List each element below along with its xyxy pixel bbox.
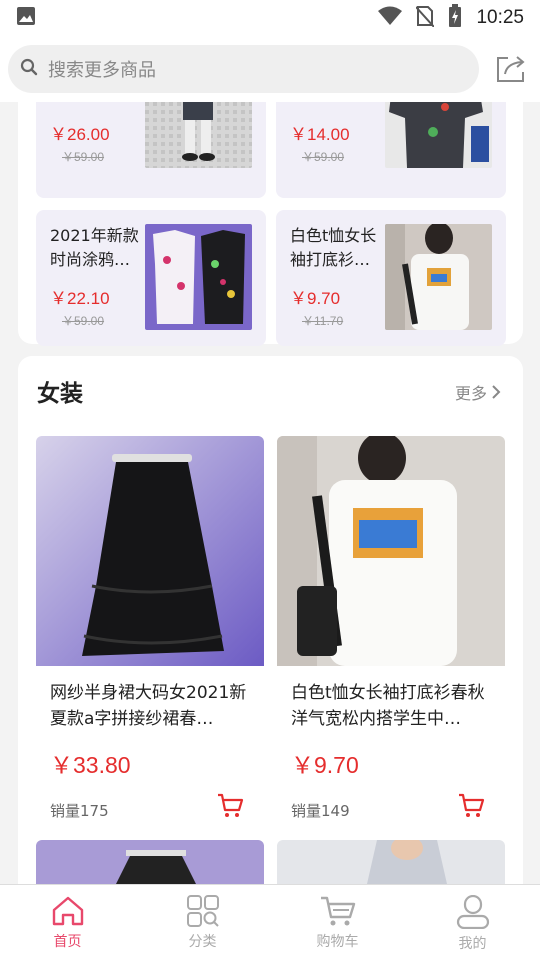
product-price: ￥9.70	[291, 752, 359, 778]
product-price: ￥33.80	[50, 752, 131, 778]
nav-cart[interactable]: 购物车	[270, 885, 405, 960]
sales-count: 销量175	[50, 802, 109, 820]
product-price: ￥9.70	[290, 289, 341, 308]
search-header: 搜索更多商品	[0, 36, 540, 102]
nav-home[interactable]: 首页	[0, 885, 135, 960]
product-image	[36, 840, 264, 884]
product-original-price: ￥11.70	[302, 314, 344, 328]
search-placeholder: 搜索更多商品	[48, 60, 156, 81]
category-icon	[186, 895, 219, 927]
sales-count: 销量149	[291, 802, 350, 820]
product-image	[36, 436, 264, 666]
status-bar: 10:25	[0, 0, 540, 36]
product-card-mini[interactable]: 白色t恤女长袖打底衫… ￥9.70 ￥11.70	[276, 210, 506, 346]
product-card[interactable]	[277, 840, 505, 884]
chevron-right-icon	[492, 385, 501, 399]
more-label: 更多	[454, 384, 487, 403]
featured-panel: ￥26.00 ￥59.00 ￥14.00 ￥59.00 2021年新款时尚涂鸦……	[18, 102, 523, 346]
search-icon	[20, 58, 38, 80]
product-card[interactable]	[36, 840, 264, 884]
nav-label: 分类	[188, 934, 217, 950]
search-input[interactable]: 搜索更多商品	[8, 45, 479, 93]
product-title: 2021年新款时尚涂鸦…	[50, 226, 139, 269]
product-card-mini[interactable]: 2021年新款时尚涂鸦… ￥22.10 ￥59.00	[36, 210, 266, 346]
product-card-mini[interactable]: ￥14.00 ￥59.00	[276, 102, 506, 198]
status-time: 10:25	[476, 7, 524, 28]
product-price: ￥14.00	[290, 125, 350, 144]
gallery-notification-icon	[16, 6, 36, 30]
main-content[interactable]: ￥26.00 ￥59.00 ￥14.00 ￥59.00 2021年新款时尚涂鸦……	[0, 102, 540, 884]
bottom-nav: 首页 分类 购物车 我的	[0, 884, 540, 960]
user-icon	[456, 895, 489, 929]
product-card[interactable]: 白色t恤女长袖打底衫春秋洋气宽松内搭学生中… ￥9.70 销量149	[277, 436, 505, 836]
product-card[interactable]: 网纱半身裙大码女2021新夏款a字拼接纱裙春… ￥33.80 销量175	[36, 436, 264, 836]
product-price: ￥22.10	[50, 289, 110, 308]
product-card-mini[interactable]: ￥26.00 ￥59.00	[36, 102, 266, 198]
women-section: 女装 更多 网纱半身裙大码女2021新夏款a字拼接纱裙春… ￥33.80 销量1…	[18, 356, 523, 884]
nav-label: 首页	[53, 934, 82, 950]
product-image	[145, 224, 252, 330]
nav-profile[interactable]: 我的	[405, 885, 540, 960]
wifi-icon	[378, 6, 403, 30]
product-title: 网纱半身裙大码女2021新夏款a字拼接纱裙春…	[50, 683, 247, 729]
no-sim-icon	[415, 5, 436, 31]
share-icon	[497, 56, 525, 82]
product-price: ￥26.00	[50, 125, 110, 144]
product-title: 白色t恤女长袖打底衫春秋洋气宽松内搭学生中…	[291, 683, 485, 729]
cart-icon	[218, 793, 244, 817]
add-to-cart-button[interactable]	[216, 792, 244, 820]
product-original-price: ￥59.00	[62, 150, 105, 164]
product-image	[385, 224, 492, 330]
cart-icon	[459, 793, 485, 817]
add-to-cart-button[interactable]	[457, 792, 485, 820]
product-title: 白色t恤女长袖打底衫…	[290, 226, 377, 269]
product-image	[277, 436, 505, 666]
cart-icon	[320, 896, 355, 926]
battery-charging-icon	[448, 4, 462, 32]
product-original-price: ￥59.00	[302, 150, 345, 164]
home-icon	[52, 896, 83, 926]
share-button[interactable]	[494, 52, 528, 86]
more-link[interactable]: 更多	[455, 380, 501, 404]
product-image	[385, 102, 492, 168]
product-image	[145, 102, 252, 168]
section-title: 女装	[37, 381, 83, 407]
nav-label: 我的	[458, 936, 487, 952]
product-image	[277, 840, 505, 884]
nav-category[interactable]: 分类	[135, 885, 270, 960]
product-original-price: ￥59.00	[62, 314, 105, 328]
nav-label: 购物车	[316, 934, 359, 950]
